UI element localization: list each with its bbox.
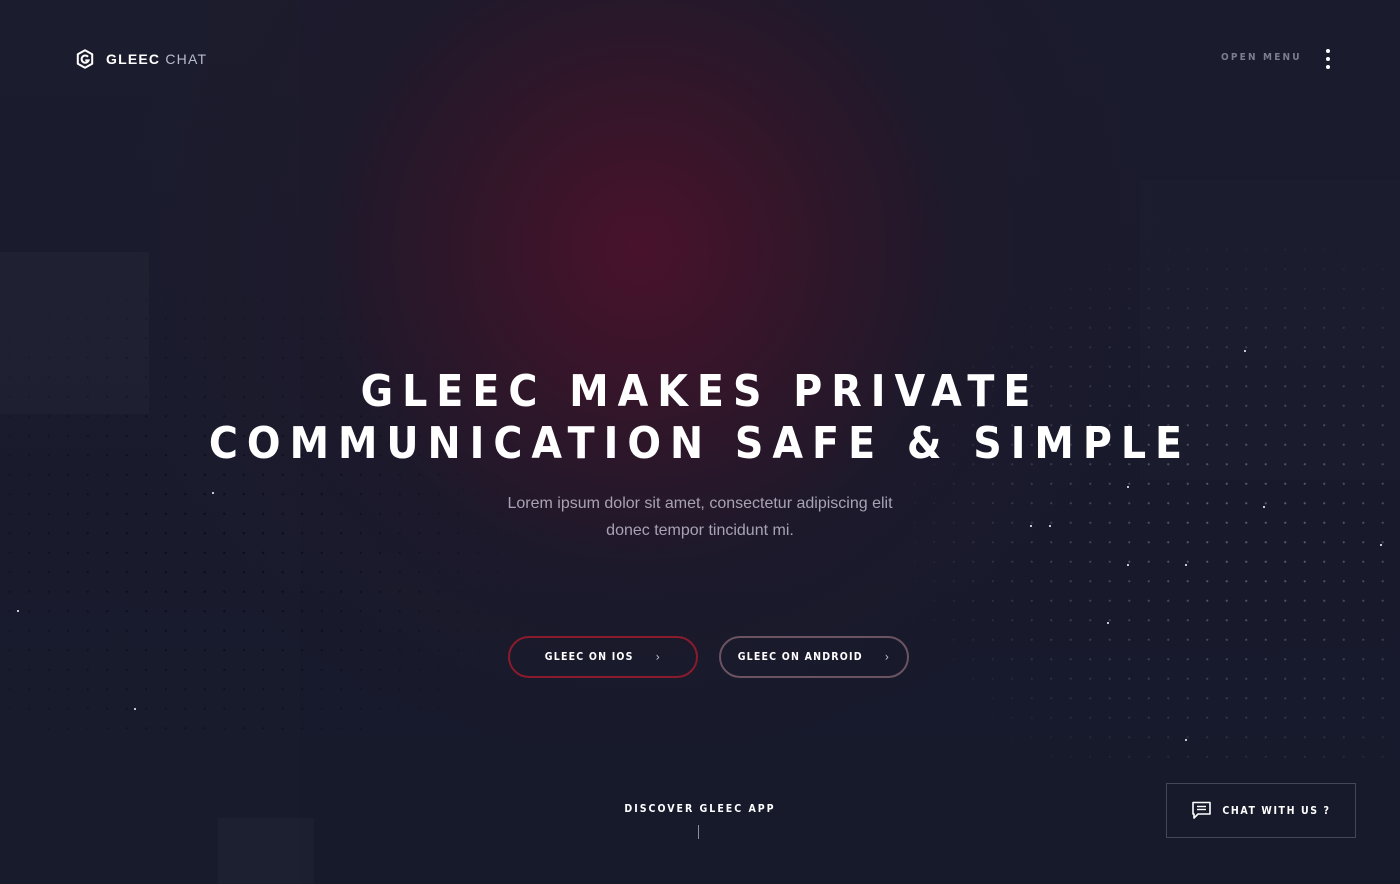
star-dot	[1185, 739, 1187, 741]
gleec-ios-button-label: GLEEC ON IOS	[544, 651, 634, 663]
chat-with-us-label: CHAT WITH US ?	[1222, 804, 1331, 817]
chevron-right-icon: ›	[655, 650, 662, 664]
menu-dot	[1326, 57, 1330, 61]
brand-name-light: CHAT	[165, 51, 208, 67]
gleec-ios-button[interactable]: GLEEC ON IOS ›	[508, 636, 698, 678]
brand-name: GLEEC CHAT	[106, 51, 207, 67]
hero-subtitle-line: Lorem ipsum dolor sit amet, consectetur …	[507, 495, 893, 512]
open-menu-link[interactable]: OPEN MENU	[1221, 52, 1302, 63]
menu-dot	[1326, 65, 1330, 69]
menu-dot	[1326, 49, 1330, 53]
star-dot	[17, 610, 19, 612]
gleec-android-button[interactable]: GLEEC ON ANDROID ›	[719, 636, 909, 678]
hero-title-line: GLEEC MAKES PRIVATE	[360, 366, 1040, 417]
star-dot	[1107, 622, 1109, 624]
background-panel	[218, 818, 314, 884]
star-dot	[1244, 350, 1246, 352]
gleec-android-button-label: GLEEC ON ANDROID	[737, 651, 863, 663]
hero-subtitle-line: donec tempor tincidunt mi.	[606, 522, 794, 539]
chat-bubble-icon	[1192, 801, 1212, 819]
scroll-indicator-line	[698, 825, 699, 839]
star-dot	[134, 708, 136, 710]
brand-name-bold: GLEEC	[106, 51, 161, 67]
star-dot	[1127, 564, 1129, 566]
brand-logo[interactable]: GLEEC CHAT	[76, 49, 207, 69]
hero-subtitle: Lorem ipsum dolor sit amet, consectetur …	[0, 490, 1400, 544]
gleec-g-logo-icon	[76, 49, 94, 69]
star-dot	[1185, 564, 1187, 566]
star-dot	[1127, 486, 1129, 488]
chat-with-us-button[interactable]: CHAT WITH US ?	[1166, 783, 1356, 838]
kebab-menu-icon[interactable]	[1320, 46, 1336, 72]
star-dot	[1380, 544, 1382, 546]
chevron-right-icon: ›	[884, 650, 891, 664]
hero-title: GLEEC MAKES PRIVATE COMMUNICATION SAFE &…	[0, 366, 1400, 470]
hero-title-line: COMMUNICATION SAFE & SIMPLE	[208, 418, 1192, 469]
